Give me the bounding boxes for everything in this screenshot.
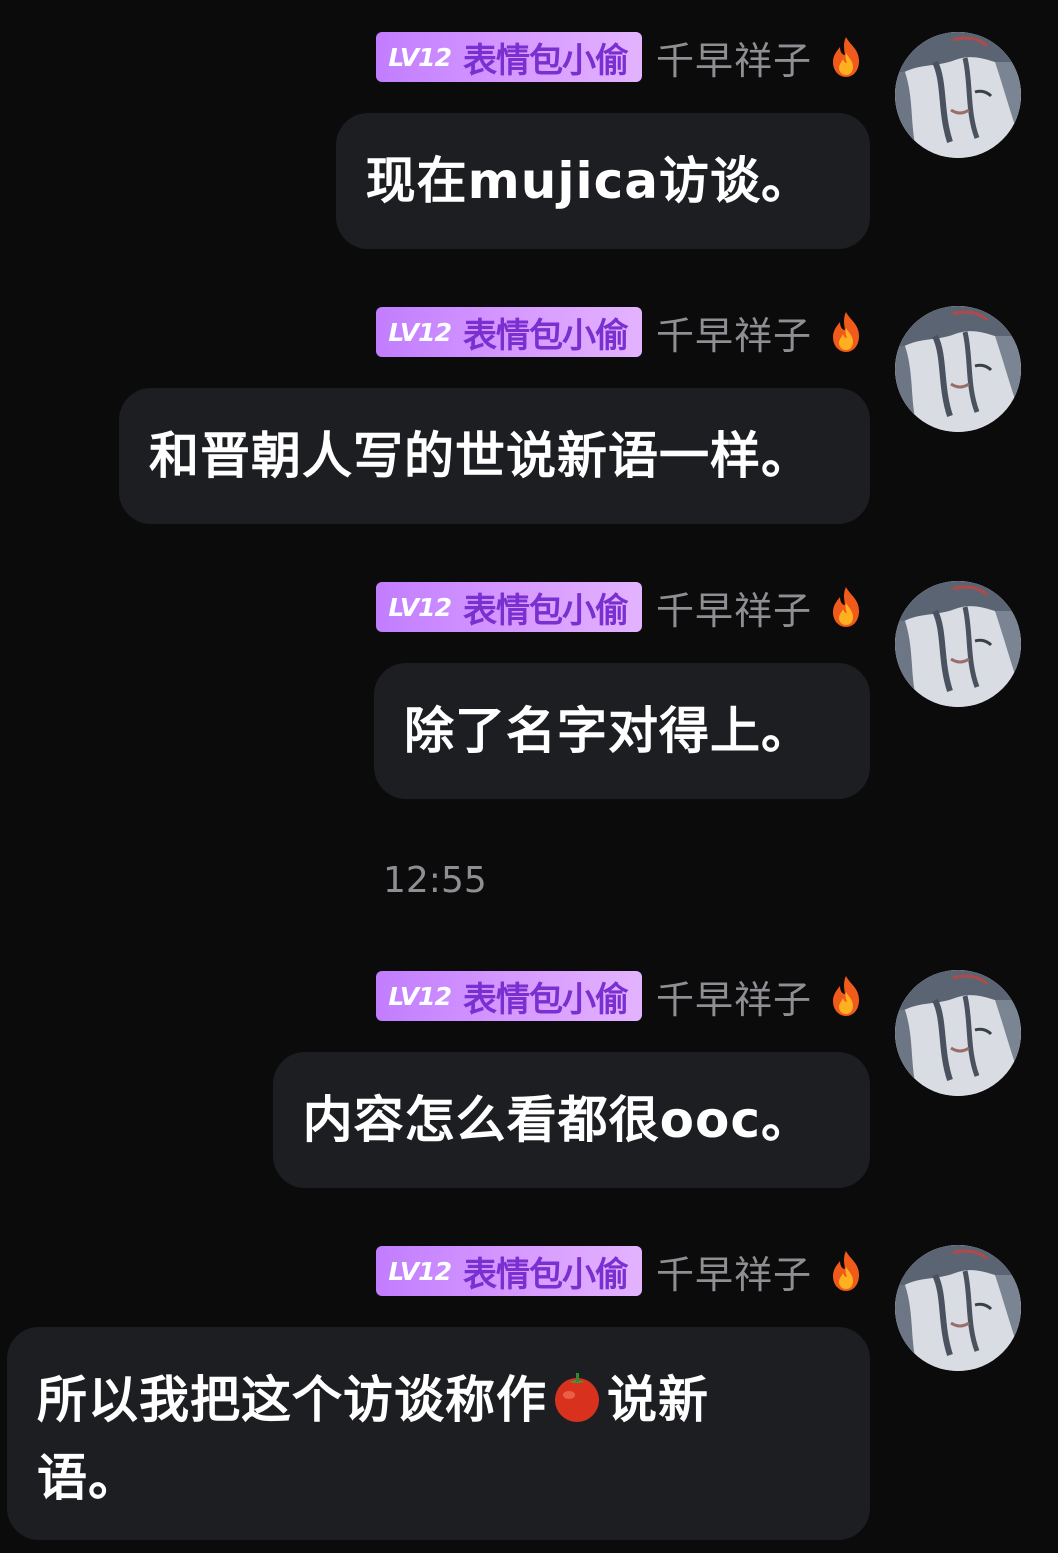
message-text: 内容怎么看都很ooc。 [302, 1091, 812, 1149]
avatar[interactable] [895, 1245, 1021, 1371]
sender-meta: LV12 表情包小偷 千早祥子 [376, 30, 866, 85]
anime-avatar-icon [895, 1245, 1021, 1371]
badge-title: 表情包小偷 [462, 1254, 629, 1295]
sender-name[interactable]: 千早祥子 [656, 1244, 812, 1299]
sender-name[interactable]: 千早祥子 [656, 305, 812, 360]
message-text: 除了名字对得上。 [404, 702, 812, 760]
sender-name[interactable]: 千早祥子 [656, 580, 812, 635]
anime-avatar-icon [895, 32, 1021, 158]
level-label: LV12 [388, 317, 452, 347]
badge-title: 表情包小偷 [462, 979, 629, 1020]
sender-name[interactable]: 千早祥子 [656, 30, 812, 85]
message-text: 所以我把这个访谈称作 说新语。 [37, 1361, 757, 1517]
anime-avatar-icon [895, 581, 1021, 707]
sender-meta: LV12 表情包小偷 千早祥子 [376, 580, 866, 635]
level-label: LV12 [388, 1256, 452, 1286]
fire-icon [833, 587, 859, 627]
level-badge[interactable]: LV12 表情包小偷 [376, 32, 642, 82]
message-bubble[interactable]: 内容怎么看都很ooc。 [272, 1052, 870, 1188]
level-badge[interactable]: LV12 表情包小偷 [376, 582, 642, 632]
badge-title: 表情包小偷 [462, 590, 629, 631]
timestamp: 12:55 [383, 860, 487, 901]
anime-avatar-icon [895, 306, 1021, 432]
message-text-part: 所以我把这个访谈称作 [37, 1371, 547, 1429]
badge-title: 表情包小偷 [462, 315, 629, 356]
fire-icon [833, 976, 859, 1016]
sender-meta: LV12 表情包小偷 千早祥子 [376, 1244, 866, 1299]
message-bubble[interactable]: 所以我把这个访谈称作 说新语。 [7, 1327, 870, 1540]
sender-name[interactable]: 千早祥子 [656, 969, 812, 1024]
level-label: LV12 [388, 592, 452, 622]
message-bubble[interactable]: 现在mujica访谈。 [335, 113, 870, 249]
fire-icon [833, 1251, 859, 1291]
avatar[interactable] [895, 581, 1021, 707]
avatar[interactable] [895, 306, 1021, 432]
level-badge[interactable]: LV12 表情包小偷 [376, 307, 642, 357]
sender-meta: LV12 表情包小偷 千早祥子 [376, 969, 866, 1024]
level-badge[interactable]: LV12 表情包小偷 [376, 1246, 642, 1296]
tomato-icon [555, 1373, 599, 1422]
fire-icon [833, 312, 859, 352]
message-text: 和晋朝人写的世说新语一样。 [149, 427, 812, 485]
fire-icon [833, 37, 859, 77]
message-text: 现在mujica访谈。 [365, 152, 812, 210]
message-bubble[interactable]: 除了名字对得上。 [374, 663, 870, 799]
sender-meta: LV12 表情包小偷 千早祥子 [376, 305, 866, 360]
badge-title: 表情包小偷 [462, 40, 629, 81]
level-badge[interactable]: LV12 表情包小偷 [376, 971, 642, 1021]
avatar[interactable] [895, 32, 1021, 158]
level-label: LV12 [388, 981, 452, 1011]
message-bubble[interactable]: 和晋朝人写的世说新语一样。 [119, 388, 870, 524]
level-label: LV12 [388, 42, 452, 72]
anime-avatar-icon [895, 970, 1021, 1096]
avatar[interactable] [895, 970, 1021, 1096]
